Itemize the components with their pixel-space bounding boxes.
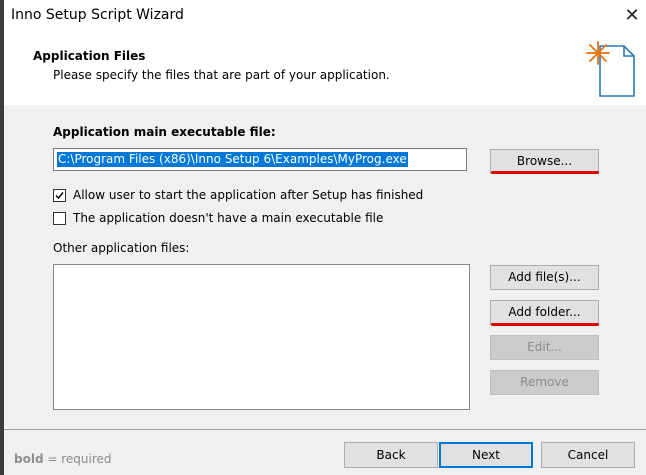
add-folder-button[interactable]: Add folder... — [490, 300, 599, 325]
allow-start-checkbox[interactable] — [53, 189, 66, 202]
no-exe-label[interactable]: The application doesn't have a main exec… — [73, 211, 383, 225]
main-exe-value[interactable]: C:\Program Files (x86)\Inno Setup 6\Exam… — [57, 152, 408, 167]
other-files-list[interactable] — [53, 264, 470, 410]
title-bar: Inno Setup Script Wizard ✕ — [4, 0, 646, 32]
no-exe-option[interactable]: The application doesn't have a main exec… — [53, 211, 453, 229]
add-files-button[interactable]: Add file(s)... — [490, 265, 599, 290]
wizard-document-sparkle-icon — [586, 41, 635, 97]
browse-underline-annotation — [491, 171, 599, 174]
checkmark-icon — [55, 192, 64, 200]
edit-button[interactable]: Edit... — [490, 335, 599, 360]
required-hint: bold = required — [14, 452, 112, 466]
required-hint-bold: bold — [14, 452, 44, 466]
wizard-header: Application Files Please specify the fil… — [4, 32, 646, 104]
main-exe-input[interactable]: C:\Program Files (x86)\Inno Setup 6\Exam… — [53, 148, 467, 171]
next-button[interactable]: Next — [439, 442, 533, 468]
other-files-label: Other application files: — [53, 241, 190, 255]
cancel-button[interactable]: Cancel — [541, 442, 635, 468]
main-exe-label: Application main executable file: — [53, 125, 276, 139]
wizard-content: Application main executable file: C:\Pro… — [4, 105, 646, 430]
add-folder-underline-annotation — [491, 323, 599, 326]
allow-start-option[interactable]: Allow user to start the application afte… — [53, 188, 453, 206]
allow-start-label[interactable]: Allow user to start the application afte… — [73, 188, 423, 202]
window-title: Inno Setup Script Wizard — [11, 7, 184, 23]
page-subtitle: Please specify the files that are part o… — [53, 68, 390, 82]
close-button[interactable]: ✕ — [620, 4, 644, 28]
required-hint-text: = required — [43, 452, 112, 466]
back-button[interactable]: Back — [344, 442, 438, 468]
no-exe-checkbox[interactable] — [53, 212, 66, 225]
page-title: Application Files — [33, 49, 146, 63]
close-icon[interactable]: ✕ — [624, 5, 639, 26]
remove-button[interactable]: Remove — [490, 370, 599, 395]
wizard-footer: bold = required Back Next Cancel — [4, 430, 646, 475]
